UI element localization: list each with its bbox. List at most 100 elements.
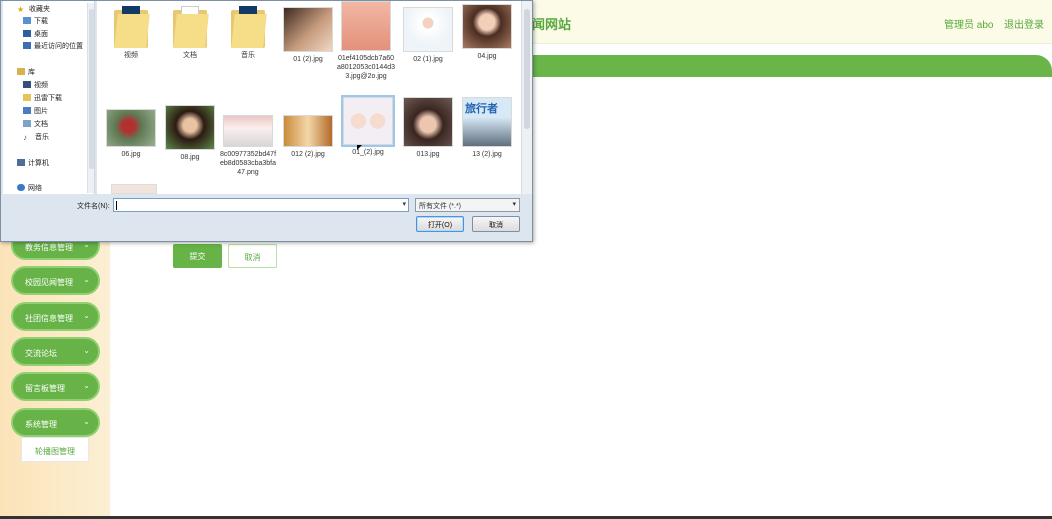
nav-desktop[interactable]: 桌面: [23, 29, 48, 40]
cancel-button[interactable]: 取消: [228, 244, 277, 268]
file-item-folder-music[interactable]: 音乐: [219, 4, 277, 60]
sidebar-item-label: 校园见闻管理: [25, 278, 73, 287]
image-thumbnail: [223, 115, 273, 147]
document-folder-icon: [23, 120, 31, 127]
file-item-image[interactable]: 01 (2).jpg: [279, 7, 337, 64]
sidebar-item-label: 交流论坛: [25, 349, 57, 358]
folder-icon: [171, 4, 209, 48]
music-note-icon: ♪: [23, 133, 27, 142]
library-icon: [17, 68, 25, 75]
chevron-down-icon: ⌄: [83, 346, 90, 355]
sidebar-item-label: 留言板管理: [25, 384, 65, 393]
file-item-image[interactable]: 旅行者 13 (2).jpg: [458, 97, 516, 159]
file-item-folder-documents[interactable]: 文档: [161, 4, 219, 60]
image-thumbnail: [341, 1, 391, 51]
filename-input[interactable]: ▾: [113, 198, 409, 212]
file-name: 8c00977352bd47feb8d0583cba3bfa47.png: [219, 151, 277, 176]
sidebar-item-messages[interactable]: 留言板管理 ⌄: [11, 372, 100, 401]
chevron-down-icon: ▾: [512, 201, 516, 208]
text-caret: [116, 201, 117, 210]
sidebar-item-clubs[interactable]: 社团信息管理 ⌄: [11, 302, 100, 331]
nav-downloads[interactable]: 下载: [23, 16, 48, 27]
nav-thunder[interactable]: 迅雷下载: [23, 93, 62, 104]
nav-library[interactable]: 库: [17, 67, 35, 78]
file-item-image[interactable]: 02 (1).jpg: [399, 7, 457, 64]
image-thumbnail: [283, 7, 333, 52]
file-item-image[interactable]: 013.jpg: [399, 97, 457, 159]
logout-link[interactable]: 退出登录: [1004, 16, 1044, 31]
image-thumbnail: [106, 109, 156, 147]
file-name: 视频: [124, 52, 138, 59]
filetype-select[interactable]: 所有文件 (*.*) ▾: [415, 198, 520, 212]
file-name: 01_(2).jpg: [352, 149, 384, 156]
nav-scroll-thumb[interactable]: [89, 9, 94, 169]
nav-network[interactable]: 网络: [17, 183, 42, 194]
filetype-value: 所有文件 (*.*): [419, 203, 461, 210]
nav-recent[interactable]: 最近访问的位置: [23, 41, 83, 52]
nav-scrollbar[interactable]: [87, 3, 94, 193]
download-folder-icon: [23, 17, 31, 24]
image-thumbnail: [341, 95, 395, 147]
filename-label: 文件名(N):: [77, 203, 110, 210]
thunder-folder-icon: [23, 94, 31, 101]
user-label: 管理员 abo: [944, 20, 994, 31]
dialog-cancel-button[interactable]: 取消: [472, 216, 520, 232]
sidebar-item-label: 教务信息管理: [25, 243, 73, 252]
image-thumbnail: [462, 4, 512, 49]
file-item-image[interactable]: 012 (2).jpg: [279, 115, 337, 159]
file-name: 01ef4105dcb7a60a8012053c0144d33.jpg@2o.j…: [337, 55, 396, 80]
open-button[interactable]: 打开(O): [416, 216, 464, 232]
image-thumbnail[interactable]: [111, 184, 157, 194]
file-item-folder-videos[interactable]: 视频: [102, 4, 160, 60]
file-name: 02 (1).jpg: [413, 56, 443, 63]
file-scroll-thumb[interactable]: [524, 9, 530, 129]
image-thumbnail: [283, 115, 333, 147]
sidebar-item-forum[interactable]: 交流论坛 ⌄: [11, 337, 100, 366]
image-thumbnail: [403, 97, 453, 147]
file-list-scrollbar[interactable]: [521, 1, 532, 194]
thumbnail-text: 旅行者: [465, 103, 498, 115]
nav-documents[interactable]: 文档: [23, 119, 48, 130]
sidebar-item-label: 系统管理: [25, 420, 57, 429]
nav-favorites[interactable]: ★ 收藏夹: [17, 4, 50, 15]
sidebar-item-label: 社团信息管理: [25, 314, 73, 323]
sidebar-subitem-carousel[interactable]: 轮播图管理: [21, 437, 89, 462]
file-item-image[interactable]: 8c00977352bd47feb8d0583cba3bfa47.png: [219, 115, 277, 177]
chevron-down-icon[interactable]: ▾: [402, 200, 406, 208]
file-item-image[interactable]: 08.jpg: [161, 105, 219, 162]
image-thumbnail: 旅行者: [462, 97, 512, 147]
navigation-pane: ★ 收藏夹 下载 桌面 最近访问的位置 库 视频 迅雷下载 图片 文档 ♪ 音乐 计…: [3, 1, 95, 194]
file-name: 音乐: [241, 52, 255, 59]
file-name: 文档: [183, 52, 197, 59]
submit-button[interactable]: 提交: [173, 244, 222, 268]
nav-music[interactable]: ♪ 音乐: [23, 132, 49, 143]
nav-computer[interactable]: 计算机: [17, 158, 49, 169]
star-icon: ★: [17, 5, 25, 14]
file-name: 01 (2).jpg: [293, 56, 323, 63]
site-title: 闻网站: [532, 17, 572, 32]
file-name: 04.jpg: [477, 53, 497, 60]
chevron-down-icon: ⌄: [83, 417, 90, 426]
computer-icon: [17, 159, 25, 166]
nav-pictures[interactable]: 图片: [23, 106, 48, 117]
sidebar-item-campus-news[interactable]: 校园见闻管理 ⌄: [11, 266, 100, 295]
file-item-image[interactable]: 06.jpg: [102, 109, 160, 159]
chevron-down-icon: ⌄: [83, 381, 90, 390]
video-folder-icon: [23, 81, 31, 88]
chevron-down-icon: ⌄: [83, 311, 90, 320]
file-name: 13 (2).jpg: [472, 151, 502, 158]
chevron-down-icon: ⌄: [83, 275, 90, 284]
file-item-image-selected[interactable]: 01_(2).jpg: [339, 95, 397, 157]
folder-icon: [229, 4, 267, 48]
file-name: 012 (2).jpg: [291, 151, 325, 158]
file-name: 06.jpg: [121, 151, 141, 158]
sidebar-item-system[interactable]: 系统管理 ⌄: [11, 408, 100, 437]
desktop-icon: [23, 30, 31, 37]
file-item-image[interactable]: 01ef4105dcb7a60a8012053c0144d33.jpg@2o.j…: [337, 1, 395, 81]
nav-videos[interactable]: 视频: [23, 80, 48, 91]
file-name: 013.jpg: [416, 151, 440, 158]
recent-places-icon: [23, 42, 31, 49]
mouse-cursor-icon: [357, 145, 362, 150]
network-icon: [17, 184, 25, 191]
file-item-image[interactable]: 04.jpg: [458, 4, 516, 61]
